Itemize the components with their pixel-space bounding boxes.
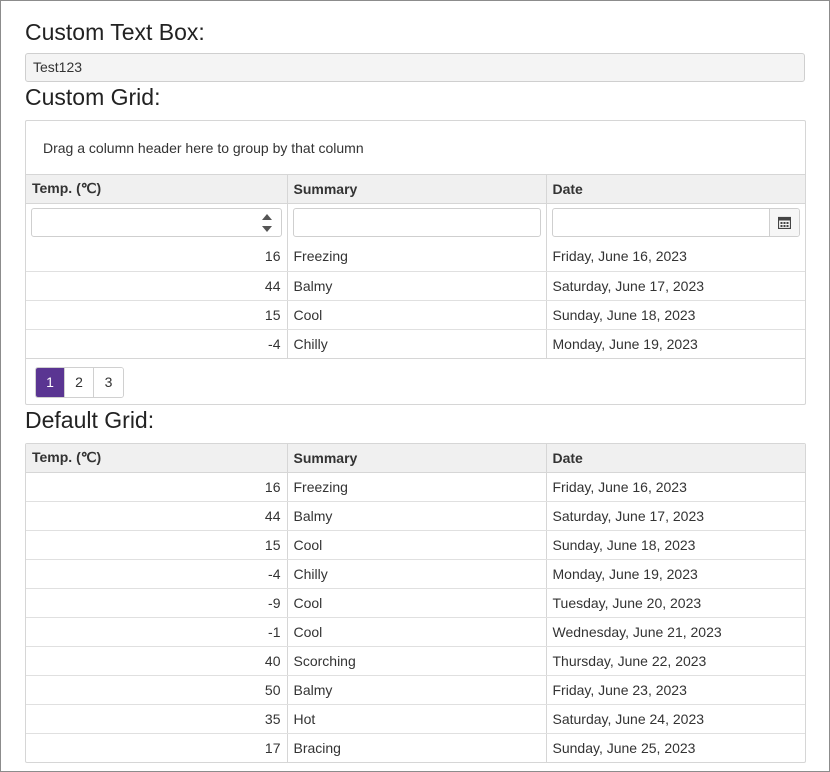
temp-filter xyxy=(31,208,282,238)
temp-cell: 17 xyxy=(26,733,288,762)
table-row[interactable]: 17 Bracing Sunday, June 25, 2023 xyxy=(26,733,805,762)
date-cell: Sunday, June 18, 2023 xyxy=(546,530,805,560)
summary-cell: Scorching xyxy=(287,646,547,676)
header-row: Temp. (℃) Summary Date xyxy=(26,175,805,204)
filter-row xyxy=(26,203,805,242)
table-row[interactable]: 35 Hot Saturday, June 24, 2023 xyxy=(26,704,805,734)
summary-cell: Bracing xyxy=(287,733,547,762)
date-cell: Friday, June 23, 2023 xyxy=(546,675,805,705)
date-cell: Saturday, June 17, 2023 xyxy=(546,501,805,531)
temp-cell: -4 xyxy=(26,559,288,589)
default-grid-table: Temp. (℃) Summary Date 16 Freezing Frida… xyxy=(26,444,805,762)
summary-filter-input[interactable] xyxy=(293,209,540,237)
summary-cell: Balmy xyxy=(287,675,547,705)
page-button-2[interactable]: 2 xyxy=(65,368,94,397)
table-row[interactable]: -1 Cool Wednesday, June 21, 2023 xyxy=(26,617,805,647)
temp-cell: 35 xyxy=(26,704,288,734)
page-button-3[interactable]: 3 xyxy=(94,368,123,397)
pager: 1 2 3 xyxy=(26,358,805,404)
date-filter-input[interactable] xyxy=(552,209,799,237)
calendar-icon xyxy=(778,217,791,230)
default-grid-title: Default Grid: xyxy=(25,407,155,433)
date-cell: Friday, June 16, 2023 xyxy=(546,472,805,502)
summary-cell: Chilly xyxy=(287,329,547,358)
summary-cell: Freezing xyxy=(287,472,547,502)
date-cell: Tuesday, June 20, 2023 xyxy=(546,588,805,618)
temp-cell: 44 xyxy=(26,501,288,531)
table-row[interactable]: 16 Freezing Friday, June 16, 2023 xyxy=(26,472,805,502)
summary-cell: Cool xyxy=(287,300,547,330)
date-cell: Saturday, June 17, 2023 xyxy=(546,271,805,301)
default-grid: Temp. (℃) Summary Date 16 Freezing Frida… xyxy=(25,443,806,763)
summary-cell: Freezing xyxy=(287,242,547,272)
summary-cell: Chilly xyxy=(287,559,547,589)
temp-cell: -9 xyxy=(26,588,288,618)
table-row[interactable]: -4 Chilly Monday, June 19, 2023 xyxy=(26,329,805,358)
column-header-temp[interactable]: Temp. (℃) xyxy=(26,175,288,204)
date-cell: Saturday, June 24, 2023 xyxy=(546,704,805,734)
summary-cell: Cool xyxy=(287,588,547,618)
temp-cell: -4 xyxy=(26,329,288,358)
date-cell: Wednesday, June 21, 2023 xyxy=(546,617,805,647)
column-header-summary[interactable]: Summary xyxy=(287,175,547,204)
column-header-temp[interactable]: Temp. (℃) xyxy=(26,444,288,473)
spin-up-icon[interactable] xyxy=(261,214,272,221)
date-filter xyxy=(551,208,800,238)
page-button-1[interactable]: 1 xyxy=(36,368,65,397)
summary-filter xyxy=(292,208,541,238)
custom-text-box[interactable]: Test123 xyxy=(25,53,805,82)
custom-grid: Drag a column header here to group by th… xyxy=(25,120,806,405)
date-cell: Monday, June 19, 2023 xyxy=(546,559,805,589)
table-row[interactable]: -9 Cool Tuesday, June 20, 2023 xyxy=(26,588,805,618)
summary-cell: Hot xyxy=(287,704,547,734)
summary-cell: Balmy xyxy=(287,271,547,301)
temp-cell: 16 xyxy=(26,242,288,272)
summary-cell: Cool xyxy=(287,530,547,560)
column-header-date[interactable]: Date xyxy=(546,175,805,204)
date-cell: Monday, June 19, 2023 xyxy=(552,335,698,352)
page: Custom Text Box: Test123 Custom Grid: Dr… xyxy=(0,0,830,772)
group-panel[interactable]: Drag a column header here to group by th… xyxy=(26,121,805,175)
calendar-button[interactable] xyxy=(769,209,799,237)
table-row[interactable]: 50 Balmy Friday, June 23, 2023 xyxy=(26,675,805,705)
column-header-summary[interactable]: Summary xyxy=(287,444,547,473)
date-cell: Sunday, June 25, 2023 xyxy=(552,739,696,756)
table-row[interactable]: 40 Scorching Thursday, June 22, 2023 xyxy=(26,646,805,676)
table-row[interactable]: 44 Balmy Saturday, June 17, 2023 xyxy=(26,271,805,301)
spin-down-icon[interactable] xyxy=(261,226,272,233)
custom-grid-table: Temp. (℃) Summary Date 16 Freezing Frida… xyxy=(26,175,805,358)
table-row[interactable]: 16 Freezing Friday, June 16, 2023 xyxy=(26,242,805,272)
temp-cell: 16 xyxy=(26,472,288,502)
temp-cell: 50 xyxy=(26,675,288,705)
summary-cell: Cool xyxy=(287,617,547,647)
temp-cell: -1 xyxy=(26,617,288,647)
table-row[interactable]: -4 Chilly Monday, June 19, 2023 xyxy=(26,559,805,589)
table-row[interactable]: 15 Cool Sunday, June 18, 2023 xyxy=(26,530,805,560)
custom-grid-title: Custom Grid: xyxy=(25,84,161,110)
numeric-spinner-icon[interactable] xyxy=(253,209,281,236)
date-cell: Thursday, June 22, 2023 xyxy=(546,646,805,676)
page-buttons: 1 2 3 xyxy=(35,367,124,398)
summary-cell: Balmy xyxy=(287,501,547,531)
date-cell: Sunday, June 18, 2023 xyxy=(546,300,805,330)
custom-text-box-title: Custom Text Box: xyxy=(25,19,205,45)
header-row: Temp. (℃) Summary Date xyxy=(26,444,805,473)
temp-cell: 44 xyxy=(26,271,288,301)
temp-filter-input[interactable] xyxy=(32,209,281,237)
temp-cell: 15 xyxy=(26,530,288,560)
temp-cell: 15 xyxy=(26,300,288,330)
date-cell: Friday, June 16, 2023 xyxy=(546,242,805,272)
column-header-date[interactable]: Date xyxy=(546,444,805,473)
table-row[interactable]: 15 Cool Sunday, June 18, 2023 xyxy=(26,300,805,330)
temp-cell: 40 xyxy=(26,646,288,676)
table-row[interactable]: 44 Balmy Saturday, June 17, 2023 xyxy=(26,501,805,531)
